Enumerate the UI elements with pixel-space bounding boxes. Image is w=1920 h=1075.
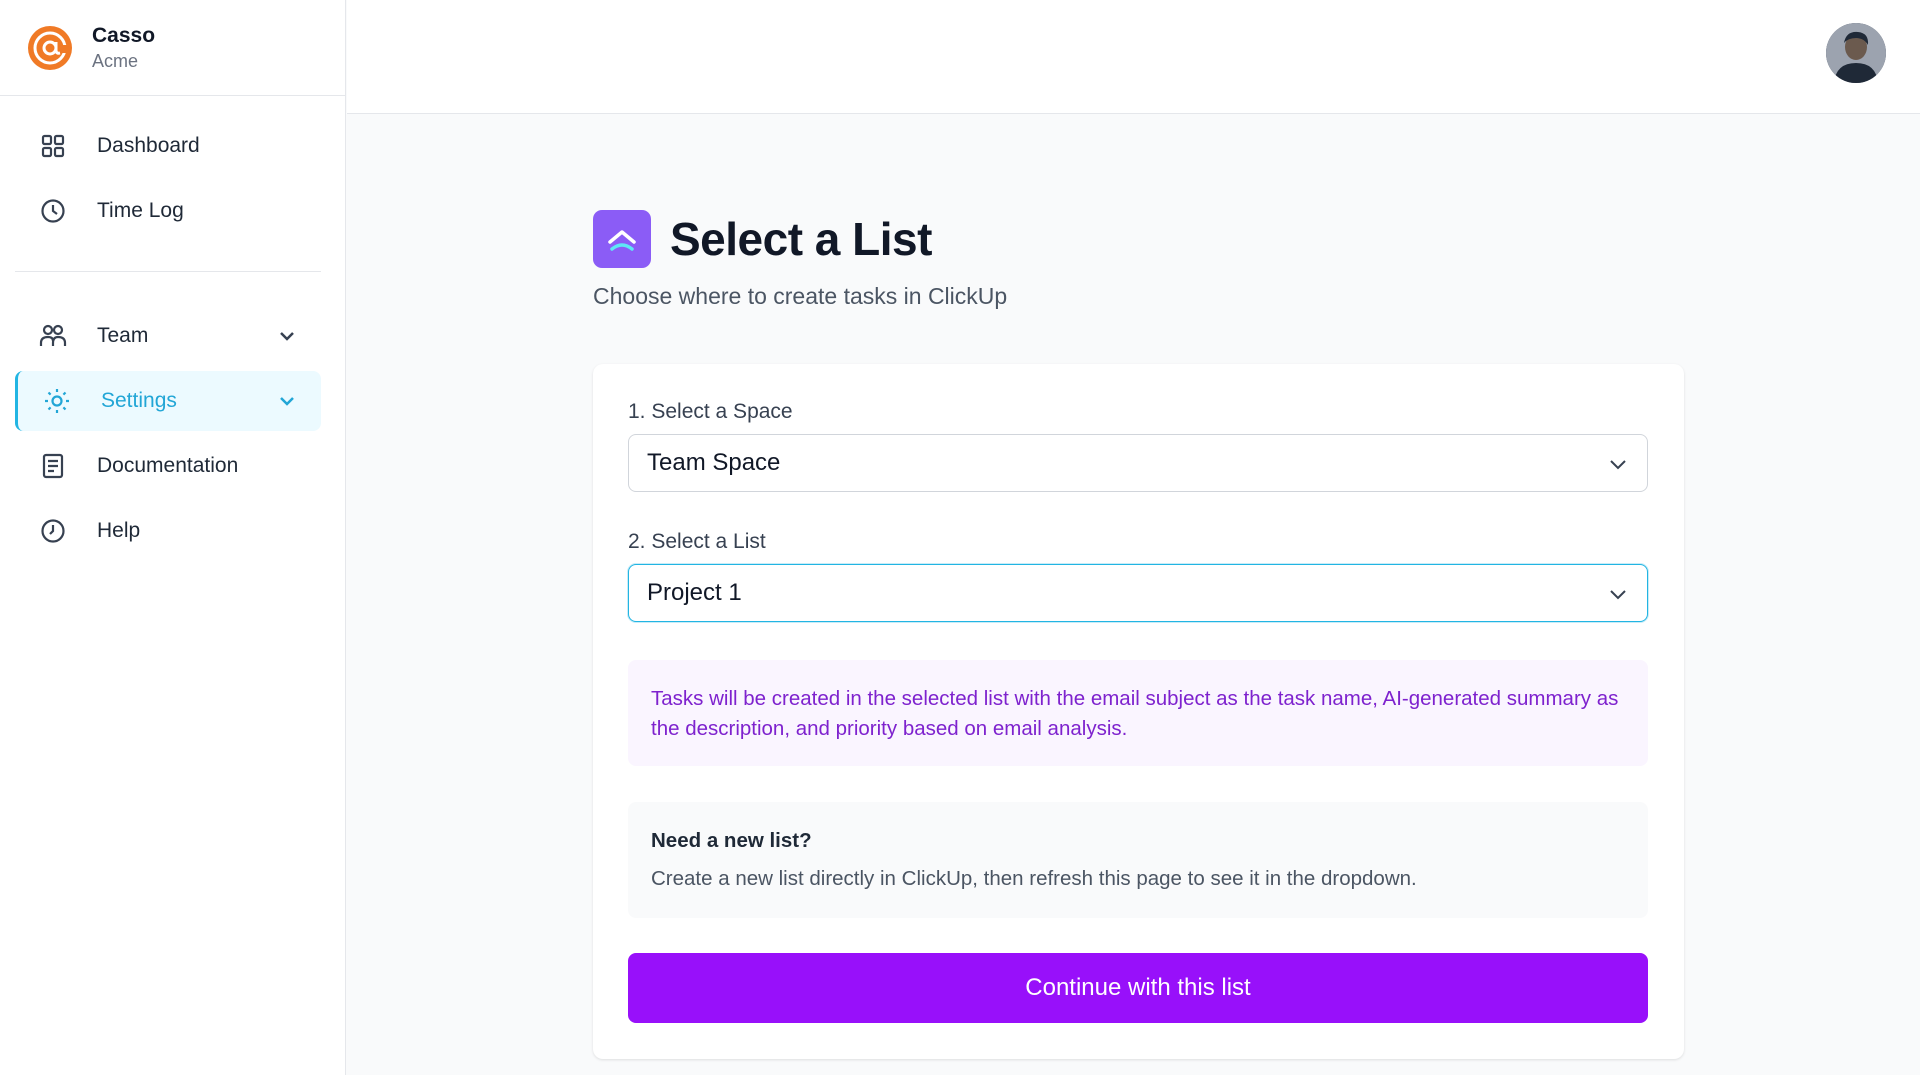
list-select-label: 2. Select a List (628, 530, 766, 553)
brand-name: Casso (92, 23, 156, 47)
sidebar-item-team[interactable]: Team (15, 306, 321, 366)
continue-button[interactable]: Continue with this list (628, 953, 1648, 1023)
help-icon (39, 517, 67, 545)
space-select[interactable]: Team Space (628, 434, 1648, 492)
sidebar: Casso Acme Dashboard Time Log Team Setti… (0, 0, 346, 1075)
sidebar-item-label: Settings (101, 389, 177, 412)
brand-org: Acme (92, 50, 139, 71)
chevron-down-icon (1610, 460, 1626, 470)
sidebar-item-documentation[interactable]: Documentation (15, 436, 321, 496)
clock-icon (39, 197, 67, 225)
sidebar-item-settings[interactable]: Settings (15, 371, 321, 431)
casso-logo (28, 25, 72, 70)
info-callout: Tasks will be created in the selected li… (628, 660, 1648, 766)
page-header: Select a List (593, 210, 932, 268)
new-list-note: Need a new list? Create a new list direc… (628, 802, 1648, 918)
note-text: Create a new list directly in ClickUp, t… (651, 867, 1417, 890)
list-selection-card: 1. Select a Space Team Space 2. Select a… (593, 364, 1684, 1059)
top-header (347, 0, 1920, 114)
sidebar-item-label: Help (97, 519, 141, 542)
list-select[interactable]: Project 1 (628, 564, 1648, 622)
page-title: Select a List (670, 213, 932, 265)
sidebar-item-time-log[interactable]: Time Log (15, 181, 321, 241)
sidebar-divider (15, 271, 321, 272)
document-icon (39, 452, 67, 480)
space-select-label: 1. Select a Space (628, 400, 793, 423)
brand-header[interactable]: Casso Acme (0, 0, 345, 96)
chevron-down-icon[interactable] (275, 389, 299, 413)
page-subtitle: Choose where to create tasks in ClickUp (593, 283, 1008, 309)
sidebar-item-label: Documentation (97, 454, 239, 477)
clickup-icon (593, 210, 651, 268)
sidebar-item-label: Time Log (97, 199, 184, 222)
list-select-value: Project 1 (647, 579, 742, 606)
space-select-value: Team Space (647, 449, 781, 476)
gear-icon (43, 387, 71, 415)
sidebar-item-label: Team (97, 324, 149, 347)
note-title: Need a new list? (651, 829, 812, 852)
sidebar-item-label: Dashboard (97, 134, 200, 157)
grid-icon (39, 132, 67, 160)
chevron-down-icon[interactable] (275, 324, 299, 348)
sidebar-item-dashboard[interactable]: Dashboard (15, 116, 321, 176)
chevron-down-icon (1610, 590, 1626, 600)
sidebar-nav: Dashboard Time Log Team Settings Documen… (0, 96, 345, 561)
sidebar-item-help[interactable]: Help (15, 501, 321, 561)
users-icon (39, 322, 67, 350)
avatar[interactable] (1826, 23, 1886, 83)
